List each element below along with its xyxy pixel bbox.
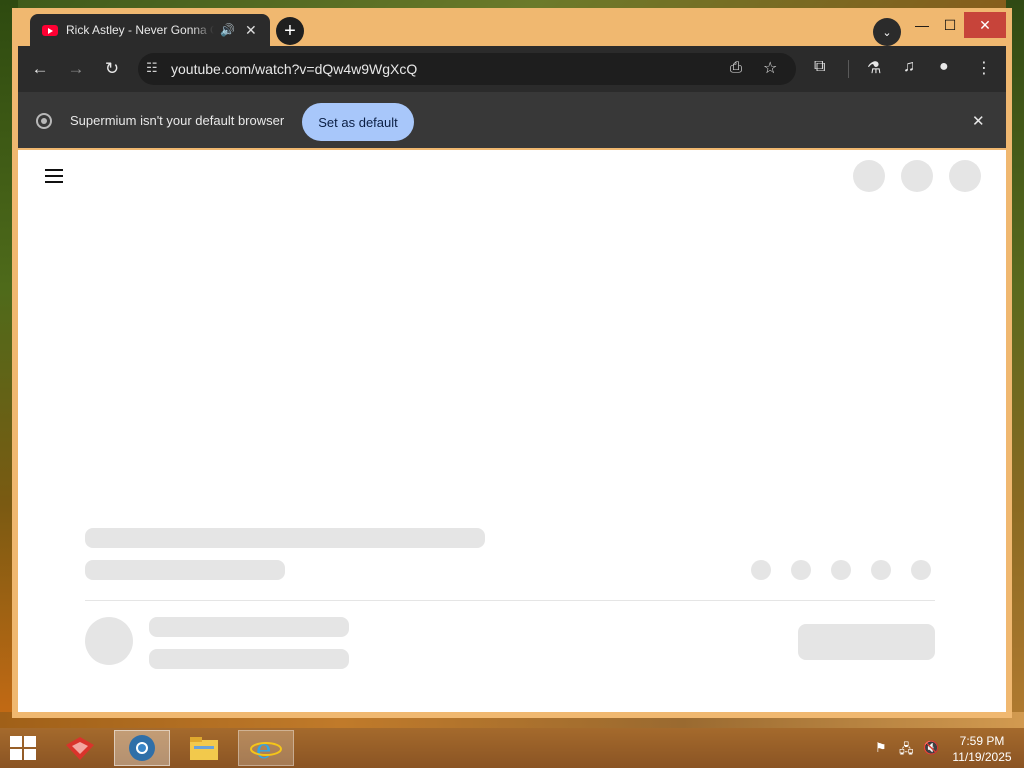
channel-avatar-placeholder <box>85 617 133 665</box>
reload-button[interactable]: ↻ <box>99 56 125 82</box>
address-bar[interactable]: ☷ youtube.com/watch?v=dQw4w9WgXcQ ⎙ ☆ <box>138 53 796 85</box>
volume-muted-icon[interactable]: 🔇 <box>923 740 939 756</box>
bookmark-star-icon[interactable]: ☆ <box>763 58 777 78</box>
windows-taskbar: e ⚑ 🖧 🔇 7:59 PM 11/19/2025 <box>0 728 1024 768</box>
action-placeholder <box>831 560 851 580</box>
browser-toolbar: ← → ↻ ☷ youtube.com/watch?v=dQw4w9WgXcQ … <box>18 46 1006 92</box>
subtitle-placeholder <box>85 560 285 580</box>
action-center-flag-icon[interactable]: ⚑ <box>875 740 887 756</box>
toolbar-separator <box>848 60 849 78</box>
media-control-icon[interactable]: ♫ <box>903 58 915 76</box>
youtube-page <box>18 150 1006 712</box>
set-as-default-button[interactable]: Set as default <box>302 103 414 141</box>
extensions-icon[interactable]: ⧉ <box>814 58 825 76</box>
chromium-logo-icon <box>36 113 52 129</box>
action-placeholder <box>911 560 931 580</box>
maximize-button[interactable]: ☐ <box>936 12 964 38</box>
header-placeholder-circle <box>853 160 885 192</box>
profile-avatar-icon[interactable]: ● <box>939 58 949 76</box>
install-app-icon[interactable]: ⎙ <box>730 59 742 76</box>
content-divider <box>85 600 935 601</box>
forward-button[interactable]: → <box>63 56 89 82</box>
svg-text:e: e <box>256 735 271 763</box>
header-placeholder-circle <box>901 160 933 192</box>
file-explorer-icon[interactable] <box>176 730 232 766</box>
browser-window: Rick Astley - Never Gonna Give You Up 🔊 … <box>12 8 1012 718</box>
new-tab-button[interactable]: + <box>276 17 304 45</box>
infobar-message: Supermium isn't your default browser <box>70 113 285 128</box>
tab-title: Rick Astley - Never Gonna Give You Up <box>66 23 214 37</box>
network-icon[interactable]: 🖧 <box>899 740 914 762</box>
clock-time: 7:59 PM <box>959 734 1005 748</box>
header-placeholder-circle <box>949 160 981 192</box>
action-placeholder <box>791 560 811 580</box>
close-window-button[interactable]: ✕ <box>964 12 1006 38</box>
subscribe-button-placeholder <box>798 624 935 660</box>
system-clock[interactable]: 7:59 PM 11/19/2025 <box>950 733 1014 765</box>
internet-explorer-icon[interactable]: e <box>238 730 294 766</box>
title-placeholder <box>85 528 485 548</box>
infobar-close-icon[interactable]: ✕ <box>972 112 985 130</box>
tab-active[interactable]: Rick Astley - Never Gonna Give You Up 🔊 … <box>30 14 270 46</box>
back-button[interactable]: ← <box>27 56 53 82</box>
channel-name-placeholder <box>149 617 349 637</box>
action-placeholder <box>751 560 771 580</box>
tab-search-button[interactable]: ⌄ <box>873 18 901 46</box>
youtube-favicon-icon <box>42 24 58 36</box>
tab-close-icon[interactable]: ✕ <box>245 22 257 39</box>
address-bar-url[interactable]: youtube.com/watch?v=dQw4w9WgXcQ <box>171 61 417 77</box>
labs-flask-icon[interactable]: ⚗ <box>867 58 881 78</box>
hamburger-menu-icon[interactable] <box>45 169 63 183</box>
default-browser-infobar: Supermium isn't your default browser Set… <box>18 92 1006 148</box>
tab-strip: Rick Astley - Never Gonna Give You Up 🔊 … <box>18 12 1006 46</box>
supermium-browser-icon[interactable] <box>114 730 170 766</box>
start-button[interactable] <box>10 736 38 760</box>
action-placeholder <box>871 560 891 580</box>
minimize-button[interactable]: — <box>908 12 936 38</box>
red-shield-icon[interactable] <box>52 730 108 766</box>
menu-kebab-icon[interactable]: ⋮ <box>976 58 992 78</box>
speaker-icon[interactable]: 🔊 <box>220 23 235 37</box>
site-info-icon[interactable]: ☷ <box>146 60 158 76</box>
clock-date: 11/19/2025 <box>952 750 1012 764</box>
channel-subs-placeholder <box>149 649 349 669</box>
